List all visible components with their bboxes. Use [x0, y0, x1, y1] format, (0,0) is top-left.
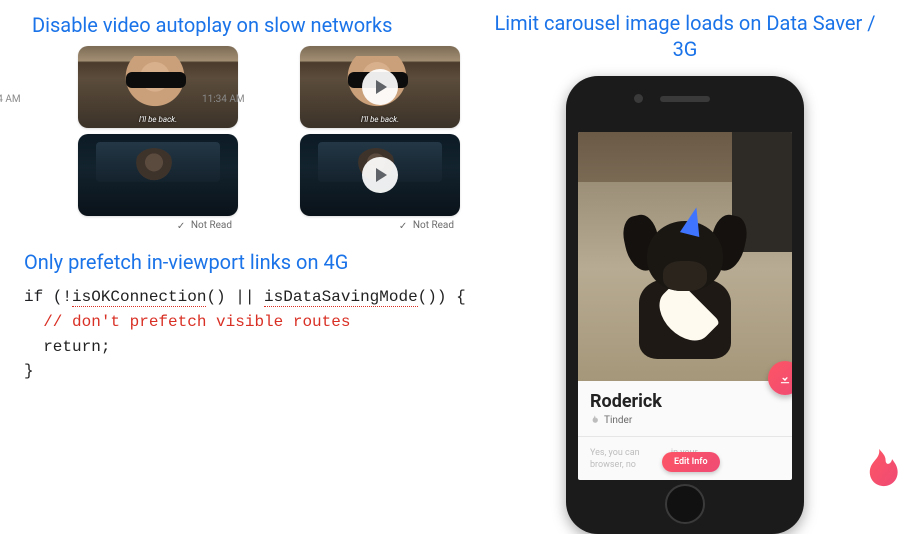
home-button[interactable] [665, 484, 705, 524]
tinder-flame-icon [854, 448, 906, 500]
code-text: () || [206, 288, 264, 306]
chat-example-autoplay: 11:34 AM I'll be back. Not Read [28, 46, 238, 231]
chat-timestamp: 11:34 AM [202, 94, 245, 105]
video-thumbnail [300, 134, 460, 216]
phone-screen: Roderick Tinder Yes, you can in your bro… [578, 132, 792, 480]
video-thumbnail [78, 134, 238, 216]
read-status: Not Read [250, 220, 460, 231]
profile-brand: Tinder [590, 415, 780, 426]
code-text: } [24, 362, 34, 380]
flame-icon [590, 415, 599, 426]
phone-mockup: Roderick Tinder Yes, you can in your bro… [566, 76, 804, 534]
video-thumbnail: I'll be back. [300, 46, 460, 128]
code-fn: isDataSavingMode [264, 288, 418, 307]
heading-carousel: Limit carousel image loads on Data Saver… [490, 10, 880, 62]
heading-prefetch: Only prefetch in-viewport links on 4G [24, 249, 470, 275]
code-snippet: if (!isOKConnection() || isDataSavingMod… [24, 285, 470, 384]
check-icon [177, 221, 187, 231]
read-status: Not Read [28, 220, 238, 231]
divider [578, 436, 792, 437]
dog-illustration [619, 209, 751, 369]
video-thumbnail: I'll be back. [78, 46, 238, 128]
read-status-label: Not Read [413, 220, 454, 231]
play-icon[interactable] [362, 157, 398, 193]
heading-disable-autoplay: Disable video autoplay on slow networks [32, 12, 470, 38]
profile-brand-label: Tinder [604, 415, 632, 426]
chat-timestamp: 11:34 AM [0, 94, 21, 105]
video-subtitle: I'll be back. [361, 115, 399, 124]
video-subtitle: I'll be back. [139, 115, 177, 124]
chat-examples: 11:34 AM I'll be back. Not Read [28, 46, 470, 231]
code-comment: // don't prefetch visible routes [24, 313, 350, 331]
profile-name: Roderick [590, 391, 780, 412]
code-text: ()) { [418, 288, 466, 306]
edit-info-button[interactable]: Edit Info [662, 452, 720, 472]
read-status-label: Not Read [191, 220, 232, 231]
code-fn: isOKConnection [72, 288, 206, 307]
code-text: if (! [24, 288, 72, 306]
check-icon [399, 221, 409, 231]
hint-frag: Yes, you can [590, 448, 640, 458]
profile-photo [578, 132, 792, 381]
code-text: return; [24, 338, 110, 356]
profile-card-body: Roderick Tinder Yes, you can in your bro… [578, 381, 792, 480]
hint-frag: browser, no [590, 460, 636, 470]
play-icon[interactable] [362, 69, 398, 105]
chat-example-paused: 11:34 AM I'll be back. Not Read [250, 46, 460, 231]
